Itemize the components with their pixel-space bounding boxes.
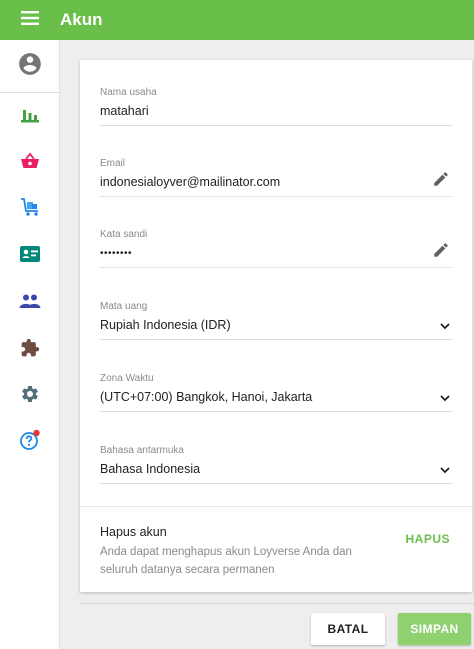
sidebar [0,40,60,649]
inventory-cart-icon [19,197,41,222]
footer-divider [80,603,474,604]
help-icon [18,428,42,457]
edit-password-button[interactable] [430,241,452,263]
sidebar-item-sales[interactable] [0,143,60,183]
settings-gear-icon [20,384,40,409]
password-underline [100,267,452,268]
chevron-down-icon [438,464,452,476]
sidebar-divider [0,92,60,93]
email-label: Email [100,158,126,169]
menu-button[interactable] [0,0,60,40]
chevron-down-icon [438,320,452,332]
language-label: Bahasa antarmuka [100,445,184,456]
sidebar-item-help[interactable] [0,422,60,462]
sidebar-item-account[interactable] [0,46,60,86]
extension-puzzle-icon [20,338,40,363]
business-name-label: Nama usaha [100,87,157,98]
edit-pencil-icon [432,170,450,193]
hamburger-menu-icon [21,10,39,30]
shopping-basket-icon [20,152,40,175]
delete-account-description: Anda dapat menghapus akun Loyverse Anda … [100,546,352,576]
timezone-select[interactable]: Zona Waktu (UTC+07:00) Bangkok, Hanoi, J… [100,373,452,423]
password-field: Kata sandi •••••••• [100,229,452,279]
account-circle-icon [17,51,43,82]
currency-select[interactable]: Mata uang Rupiah Indonesia (IDR) [100,301,452,351]
sidebar-item-inventory[interactable] [0,189,60,229]
email-underline [100,196,452,197]
sidebar-item-customers[interactable] [0,283,60,323]
language-underline [100,483,452,484]
sidebar-item-settings[interactable] [0,376,60,416]
edit-pencil-icon [432,241,450,264]
language-value: Bahasa Indonesia [100,462,201,476]
delete-account-button[interactable]: HAPUS [405,532,450,546]
timezone-label: Zona Waktu [100,373,154,384]
business-name-input[interactable]: matahari [100,104,149,118]
people-icon [19,293,41,314]
delete-account-title: Hapus akun [100,525,167,539]
currency-value: Rupiah Indonesia (IDR) [100,318,231,332]
currency-label: Mata uang [100,301,148,312]
badge-card-icon [19,245,41,268]
account-settings-card: Nama usaha matahari Email indonesialoyve… [80,60,472,592]
language-select[interactable]: Bahasa antarmuka Bahasa Indonesia [100,445,452,495]
cancel-button[interactable]: BATAL [311,613,385,645]
business-name-underline [100,125,452,126]
chevron-down-icon [438,392,452,404]
password-label: Kata sandi [100,229,148,240]
page-title: Akun [60,10,103,29]
password-value: •••••••• [100,248,133,259]
currency-underline [100,339,452,340]
edit-email-button[interactable] [430,170,452,192]
app-header: Akun [0,0,474,40]
sidebar-item-reports[interactable] [0,97,60,137]
email-field: Email indonesialoyver@mailinator.com [100,158,452,208]
email-value: indonesialoyver@mailinator.com [100,175,281,189]
section-divider [80,506,472,507]
sidebar-item-integrations[interactable] [0,330,60,370]
sidebar-item-employees[interactable] [0,236,60,276]
timezone-value: (UTC+07:00) Bangkok, Hanoi, Jakarta [100,390,313,404]
save-button[interactable]: SIMPAN [398,613,471,645]
timezone-underline [100,411,452,412]
business-name-field[interactable]: Nama usaha matahari [100,87,452,137]
bar-chart-icon [20,106,40,129]
